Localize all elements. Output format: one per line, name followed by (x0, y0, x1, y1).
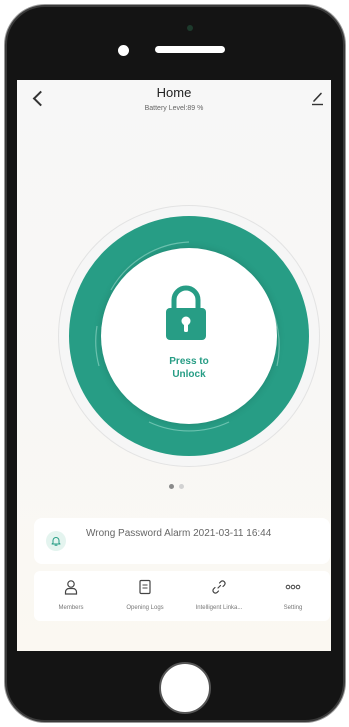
document-icon (139, 579, 151, 595)
tab-members[interactable]: Members (34, 571, 108, 621)
press-to-line: Press to (169, 356, 209, 367)
page-indicator (169, 484, 184, 489)
press-to-unlock-label: Press to Unlock (101, 355, 277, 381)
unlock-line: Unlock (172, 369, 206, 380)
page-title: Home (156, 85, 192, 100)
home-button[interactable] (159, 662, 211, 714)
app-screen: Home Battery Level:89 % Press to Unlock (17, 80, 331, 651)
battery-level: Battery Level:89 % (144, 105, 204, 112)
front-camera (187, 25, 193, 31)
top-bar: Home Battery Level:89 % (17, 80, 331, 124)
bell-icon (51, 537, 61, 546)
tab-setting-label: Setting (283, 605, 303, 611)
padlock-icon (166, 285, 206, 340)
earpiece-speaker (155, 46, 225, 53)
page-dot (179, 484, 184, 489)
tab-opening-logs[interactable]: Opening Logs (108, 571, 182, 621)
proximity-sensor (118, 45, 129, 56)
bottom-tab-bar: Members Opening Logs Intelligent Linka..… (34, 571, 330, 621)
person-icon (64, 580, 78, 595)
tab-members-label: Members (58, 605, 84, 611)
page-dot-active (169, 484, 174, 489)
tab-intelligent-linkage-label: Intelligent Linka... (195, 605, 243, 611)
edit-pencil-icon[interactable] (310, 90, 324, 106)
link-icon (212, 580, 226, 594)
alarm-notification[interactable]: Wrong Password Alarm 2021-03-11 16:44 (34, 518, 330, 564)
tab-setting[interactable]: Setting (256, 571, 330, 621)
tab-intelligent-linkage[interactable]: Intelligent Linka... (182, 571, 256, 621)
tab-opening-logs-label: Opening Logs (126, 605, 164, 611)
more-dots-icon (285, 584, 301, 590)
alarm-message: Wrong Password Alarm 2021-03-11 16:44 (86, 528, 272, 539)
